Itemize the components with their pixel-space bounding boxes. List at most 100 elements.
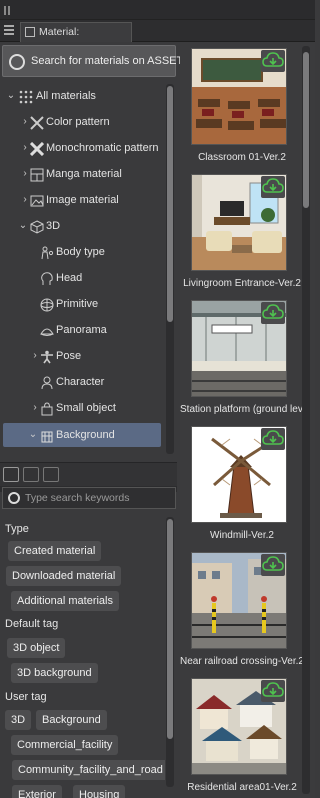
small-object-bag-icon — [40, 401, 54, 416]
chevron-right-icon[interactable]: › — [30, 344, 40, 368]
material-caption: Livingroom Entrance-Ver.2 — [183, 278, 301, 289]
material-card-railroad-crossing[interactable]: Near railroad crossing-Ver.2 — [180, 552, 304, 677]
material-grid-scrollbar[interactable] — [302, 46, 310, 794]
tag-chip-background[interactable]: Background — [36, 710, 107, 730]
type-heading: Type — [5, 523, 29, 535]
tree-item-pose[interactable]: › Pose — [0, 344, 165, 368]
tree-item-background[interactable]: ⌄ Background — [3, 423, 161, 447]
material-thumbnail[interactable] — [191, 300, 287, 397]
tag-scrollbar[interactable] — [166, 517, 174, 787]
tag-panel: Type Created material Downloaded materia… — [0, 514, 165, 798]
chevron-down-icon[interactable]: ⌄ — [6, 84, 16, 108]
tree-item-label: Panorama — [56, 324, 107, 336]
tree-item-label: Character — [56, 376, 105, 388]
tree-item-label: Body type — [56, 246, 105, 258]
tag-scrollbar-thumb[interactable] — [167, 519, 173, 739]
chevron-right-icon[interactable]: › — [20, 188, 30, 212]
tree-item-label: Head — [56, 272, 83, 284]
tab-row: Material: Background — [0, 20, 315, 56]
panorama-icon — [40, 323, 54, 337]
drag-grip-icon[interactable] — [4, 6, 10, 15]
tree-item-character[interactable]: Character — [0, 370, 165, 394]
panel-top-bar — [0, 0, 315, 20]
tree-item-color-pattern[interactable]: › Color pattern — [0, 110, 165, 134]
material-card-residential-area[interactable]: Residential area01-Ver.2 — [180, 678, 302, 798]
material-thumbnail[interactable] — [191, 678, 287, 775]
download-cloud-icon[interactable] — [261, 554, 285, 576]
head-icon — [40, 271, 54, 285]
tree-item-3d[interactable]: ⌄ 3D — [0, 214, 165, 238]
material-thumbnail[interactable] — [191, 174, 287, 271]
panel-menu-icon[interactable] — [4, 25, 14, 35]
search-assets-label: Search for materials on ASSETS — [31, 55, 191, 67]
search-icon — [8, 492, 20, 504]
tree-item-head[interactable]: Head — [0, 266, 165, 290]
tree-item-label: Manga material — [46, 168, 122, 180]
tab-material-background[interactable]: Material: Background — [20, 22, 132, 56]
tag-chip-3d-background[interactable]: 3D background — [11, 663, 98, 683]
material-caption: Station platform (ground level) — [180, 404, 304, 415]
tag-chip-3d-object[interactable]: 3D object — [7, 638, 66, 658]
material-card-livingroom[interactable]: Livingroom Entrance-Ver.2 — [180, 174, 302, 299]
material-grid-scrollbar-thumb[interactable] — [303, 52, 309, 208]
tag-chip-additional-materials[interactable]: Additional materials — [11, 591, 119, 611]
tree-item-label: All materials — [36, 90, 96, 102]
tree-scrollbar-thumb[interactable] — [167, 86, 173, 322]
chevron-down-icon[interactable]: ⌄ — [28, 423, 38, 447]
manga-material-icon — [30, 167, 44, 182]
material-card-windmill[interactable]: Windmill-Ver.2 — [180, 426, 302, 551]
material-grid: Classroom 01-Ver.2 Livingroom Entrance-V… — [180, 42, 315, 798]
tree-item-small-object[interactable]: › Small object — [0, 396, 165, 420]
download-cloud-icon[interactable] — [261, 176, 285, 198]
left-pane: Search for materials on ASSETS ⌄ All mat… — [0, 42, 191, 798]
material-tree: ⌄ All materials › Color pattern › Monoch… — [0, 84, 165, 494]
tag-chip-created-material[interactable]: Created material — [8, 541, 102, 561]
tree-item-body-type[interactable]: Body type — [0, 240, 165, 264]
download-cloud-icon[interactable] — [261, 50, 285, 72]
tag-chip-commercial-facility[interactable]: Commercial_facility — [11, 735, 119, 755]
tag-chip-downloaded-material[interactable]: Downloaded material — [6, 566, 122, 586]
chevron-down-icon[interactable]: ⌄ — [18, 214, 28, 238]
material-caption: Classroom 01-Ver.2 — [198, 152, 286, 163]
material-tab-icon — [25, 27, 35, 37]
monochromatic-pattern-icon — [29, 141, 45, 157]
edit-folder-icon[interactable] — [43, 467, 59, 482]
tag-chip-exterior[interactable]: Exterior — [12, 785, 62, 798]
delete-folder-icon[interactable] — [23, 467, 39, 482]
tree-item-all-materials[interactable]: ⌄ All materials — [0, 84, 165, 108]
tree-item-image-material[interactable]: › Image material — [0, 188, 165, 212]
keyword-search-box[interactable] — [2, 487, 176, 509]
tree-item-label: Primitive — [56, 298, 99, 310]
chevron-right-icon[interactable]: › — [20, 136, 30, 160]
tree-item-label: Background — [56, 429, 115, 441]
download-cloud-icon[interactable] — [261, 680, 285, 702]
tree-item-manga-material[interactable]: › Manga material — [0, 162, 165, 186]
material-thumbnail[interactable] — [191, 552, 287, 649]
tag-chip-community-facility-and-road[interactable]: Community_facility_and_road — [12, 760, 165, 780]
chevron-right-icon[interactable]: › — [30, 396, 40, 420]
material-card-station-platform[interactable]: Station platform (ground level) — [180, 300, 304, 425]
material-thumbnail[interactable] — [191, 48, 287, 145]
download-cloud-icon[interactable] — [261, 428, 285, 450]
default-tag-heading: Default tag — [5, 618, 59, 630]
chevron-right-icon[interactable]: › — [20, 162, 30, 186]
tag-chip-3d[interactable]: 3D — [5, 710, 32, 730]
tree-scrollbar[interactable] — [166, 84, 174, 454]
tree-item-primitive[interactable]: Primitive — [0, 292, 165, 316]
search-assets-button[interactable]: Search for materials on ASSETS — [2, 45, 191, 77]
grid-dots-icon — [19, 89, 33, 104]
material-panel: Material: Background Search for material… — [0, 0, 315, 798]
tree-item-label: Color pattern — [46, 116, 110, 128]
keyword-search-input[interactable] — [25, 490, 173, 506]
material-caption: Windmill-Ver.2 — [210, 530, 274, 541]
tag-chip-housing[interactable]: Housing — [73, 785, 126, 798]
material-thumbnail[interactable] — [191, 426, 287, 523]
image-material-icon — [30, 193, 44, 207]
new-folder-icon[interactable] — [3, 467, 19, 482]
tree-item-panorama[interactable]: Panorama — [0, 318, 165, 342]
tree-item-label: Image material — [46, 194, 119, 206]
chevron-right-icon[interactable]: › — [20, 110, 30, 134]
tree-item-monochromatic-pattern[interactable]: › Monochromatic pattern — [0, 136, 165, 160]
material-card-classroom[interactable]: Classroom 01-Ver.2 — [180, 48, 302, 173]
download-cloud-icon[interactable] — [261, 302, 285, 324]
